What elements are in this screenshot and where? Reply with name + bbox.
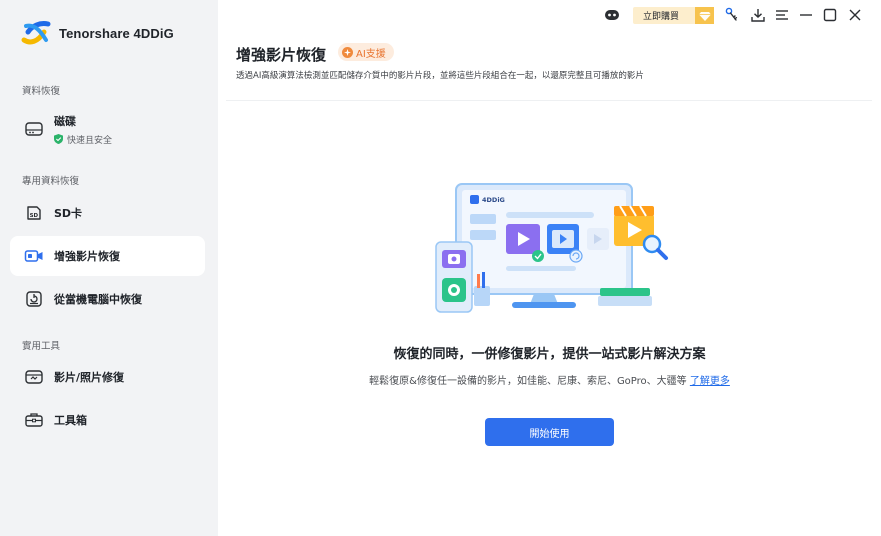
sidebar-item-label: 增強影片恢復 (54, 250, 120, 263)
sidebar-item-disk[interactable]: 磁碟 快速且安全 (10, 108, 205, 150)
sidebar-item-sd-card[interactable]: SD SD卡 (10, 193, 205, 233)
sidebar-item-label: 從當機電腦中恢復 (54, 293, 142, 306)
disk-subtitle-text: 快速且安全 (67, 135, 113, 146)
video-recovery-illustration: 4DDiG (430, 178, 675, 316)
close-icon[interactable] (847, 7, 863, 23)
diamond-icon (695, 7, 714, 24)
learn-more-link[interactable]: 了解更多 (690, 376, 730, 387)
disk-subtitle: 快速且安全 (54, 133, 112, 146)
sidebar-item-toolbox[interactable]: 工具箱 (10, 400, 205, 440)
ai-support-badge: AI支援 (338, 43, 394, 61)
main-subline: 輕鬆復原&修復任一設備的影片，如佳能、尼康、索尼、GoPro、大疆等 了解更多 (218, 372, 881, 387)
download-icon[interactable] (750, 7, 766, 23)
page-title: 增強影片恢復 (236, 46, 327, 64)
start-button[interactable]: 開始使用 (485, 418, 614, 446)
title-bar: 立即購買 (581, 0, 881, 30)
ai-icon (342, 46, 353, 58)
sidebar-item-label: 工具箱 (54, 414, 87, 427)
screen-brand-text: 4DDiG (482, 196, 505, 204)
sidebar-item-label: 影片/照片修復 (54, 371, 125, 384)
crashed-computer-icon (24, 289, 44, 309)
sidebar-item-photo-video-repair[interactable]: 影片/照片修復 (10, 357, 205, 397)
main-subline-text: 輕鬆復原&修復任一設備的影片，如佳能、尼康、索尼、GoPro、大疆等 (369, 376, 687, 387)
header-divider (226, 100, 872, 101)
sd-card-icon: SD (24, 203, 44, 223)
section-label-special-recovery: 專用資料恢復 (22, 176, 80, 187)
shield-check-icon (54, 134, 63, 144)
svg-text:SD: SD (30, 213, 39, 219)
ai-badge-label: AI支援 (356, 48, 386, 60)
tenorshare-logo-icon (21, 21, 51, 45)
app-name: Tenorshare 4DDiG (59, 25, 174, 41)
section-label-data-recovery: 資料恢復 (22, 86, 61, 97)
photo-repair-icon (24, 367, 44, 387)
sidebar-item-crashed-computer[interactable]: 從當機電腦中恢復 (10, 279, 205, 319)
sidebar: Tenorshare 4DDiG 資料恢復 磁碟 快速且安全 專用資料恢復 SD… (0, 0, 218, 536)
disk-icon (24, 119, 44, 139)
main-headline: 恢復的同時，一併修復影片，提供一站式影片解決方案 (393, 347, 706, 362)
video-camera-icon (24, 246, 44, 266)
toolbox-icon (24, 410, 44, 430)
menu-icon[interactable] (774, 7, 790, 23)
brand: Tenorshare 4DDiG (20, 18, 174, 48)
sidebar-item-label: 磁碟 (54, 114, 76, 128)
section-label-tools: 實用工具 (22, 341, 61, 352)
sidebar-item-label: SD卡 (54, 207, 83, 220)
minimize-icon[interactable] (798, 7, 814, 23)
assistant-robot-icon[interactable] (604, 7, 620, 23)
maximize-icon[interactable] (822, 7, 838, 23)
buy-now-label: 立即購買 (643, 12, 680, 22)
sidebar-item-video-recovery[interactable]: 增強影片恢復 (10, 236, 205, 276)
buy-now-button[interactable]: 立即購買 (633, 7, 714, 24)
page-description: 透過AI高級演算法檢測並匹配儲存介質中的影片片段，並將這些片段組合在一起，以還原… (236, 71, 644, 81)
key-icon[interactable] (724, 7, 740, 23)
